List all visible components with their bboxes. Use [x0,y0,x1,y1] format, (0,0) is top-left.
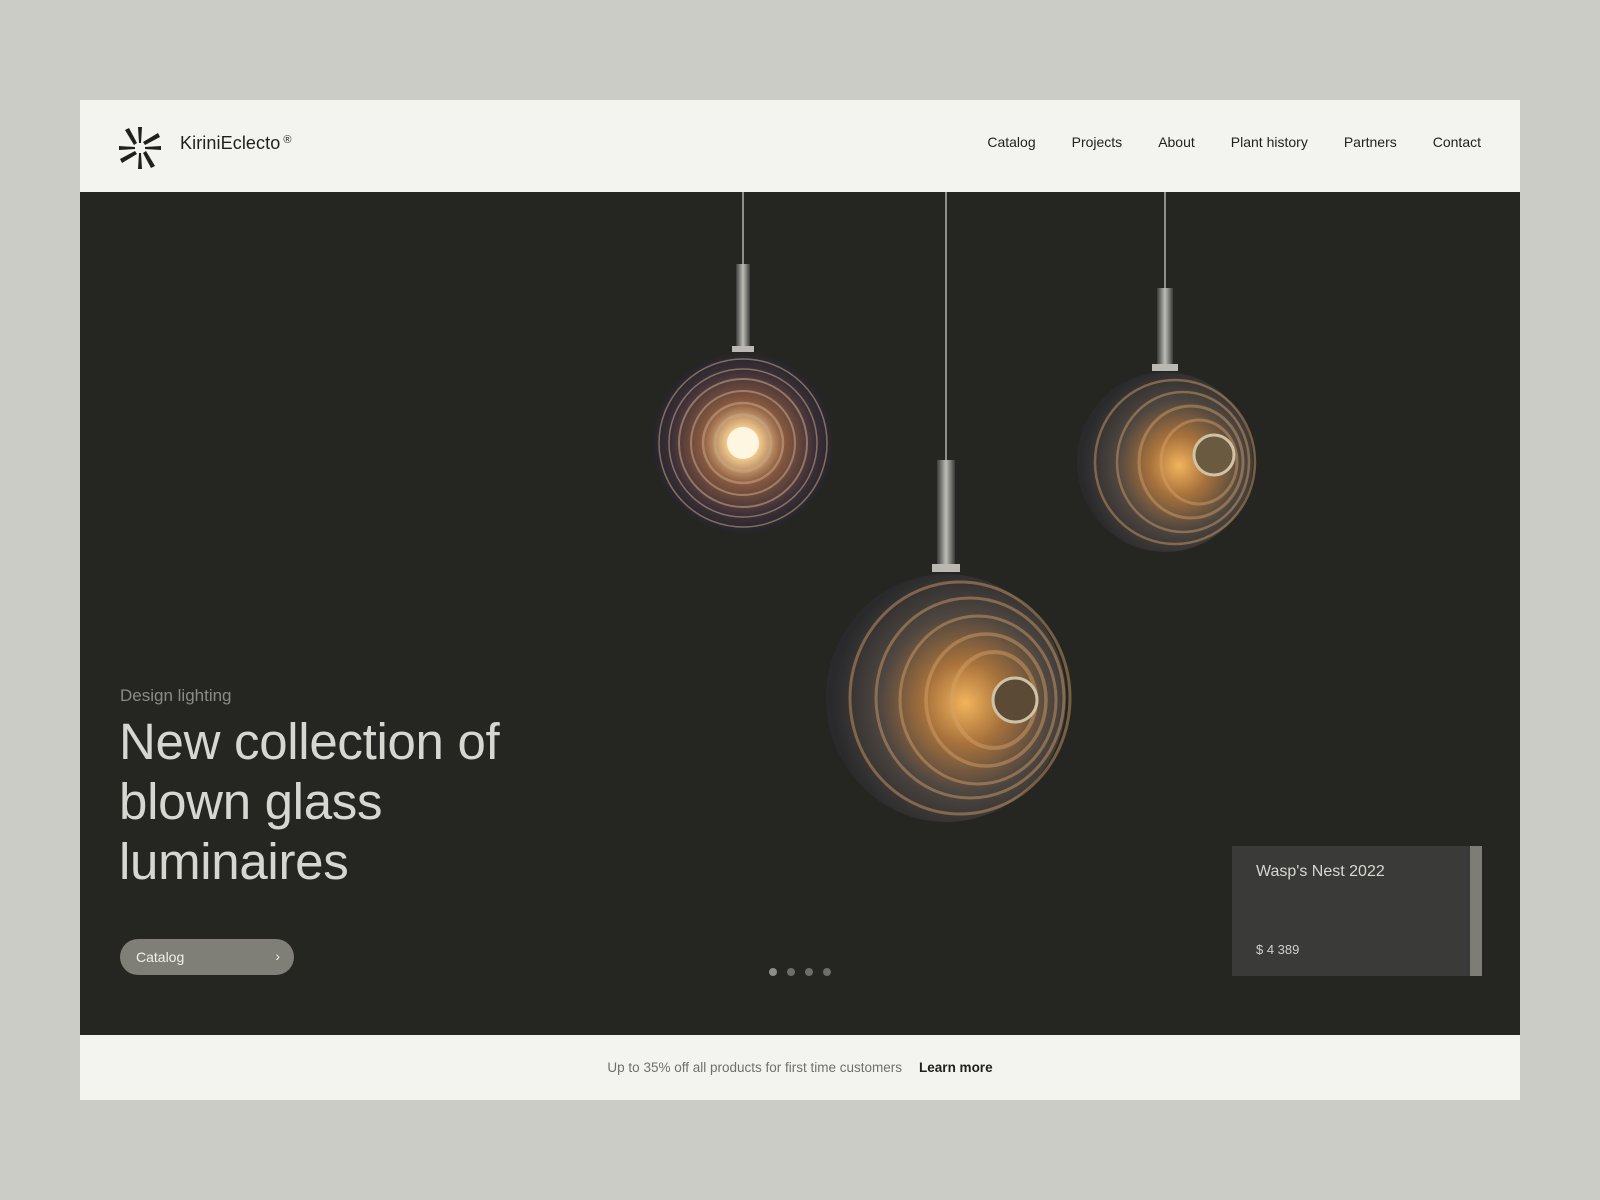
pendant-lamp-left [653,192,833,533]
site-header: KiriniEclecto ® Catalog Projects About Pl… [80,100,1520,192]
slide-dot-3[interactable] [805,968,813,976]
slide-pagination [769,968,831,976]
page-frame: KiriniEclecto ® Catalog Projects About Pl… [80,100,1520,1100]
nav-catalog[interactable]: Catalog [987,134,1035,150]
catalog-cta-label: Catalog [136,949,185,965]
nav-contact[interactable]: Contact [1433,134,1481,150]
hero-banner: Design lighting New collection of blown … [80,192,1520,1035]
logo-icon[interactable] [119,127,161,169]
learn-more-link[interactable]: Learn more [919,1060,993,1075]
registered-mark: ® [283,134,292,146]
product-card[interactable]: Wasp's Nest 2022 $ 4 389 [1232,846,1482,976]
nav-about[interactable]: About [1158,134,1195,150]
promo-text: Up to 35% off all products for first tim… [607,1060,903,1075]
chevron-right-icon: › [275,948,280,964]
brand-name[interactable]: KiriniEclecto ® [180,133,292,154]
nav-projects[interactable]: Projects [1072,134,1123,150]
pendant-lamp-right [1077,192,1257,552]
nav-partners[interactable]: Partners [1344,134,1397,150]
slide-dot-1[interactable] [769,968,777,976]
catalog-cta-button[interactable]: Catalog › [120,939,294,975]
promo-bar: Up to 35% off all products for first tim… [80,1035,1520,1100]
pendant-lamp-center [826,192,1072,822]
hero-headline: New collection of blown glass luminaires [119,713,500,890]
nav-plant-history[interactable]: Plant history [1231,134,1308,150]
slide-dot-2[interactable] [787,968,795,976]
product-title: Wasp's Nest 2022 [1256,863,1385,880]
hero-eyebrow: Design lighting [120,686,232,705]
product-price: $ 4 389 [1256,942,1300,957]
brand-text: KiriniEclecto [180,133,281,153]
main-nav: Catalog Projects About Plant history Par… [987,134,1481,150]
slide-dot-4[interactable] [823,968,831,976]
product-card-accent [1470,846,1482,976]
